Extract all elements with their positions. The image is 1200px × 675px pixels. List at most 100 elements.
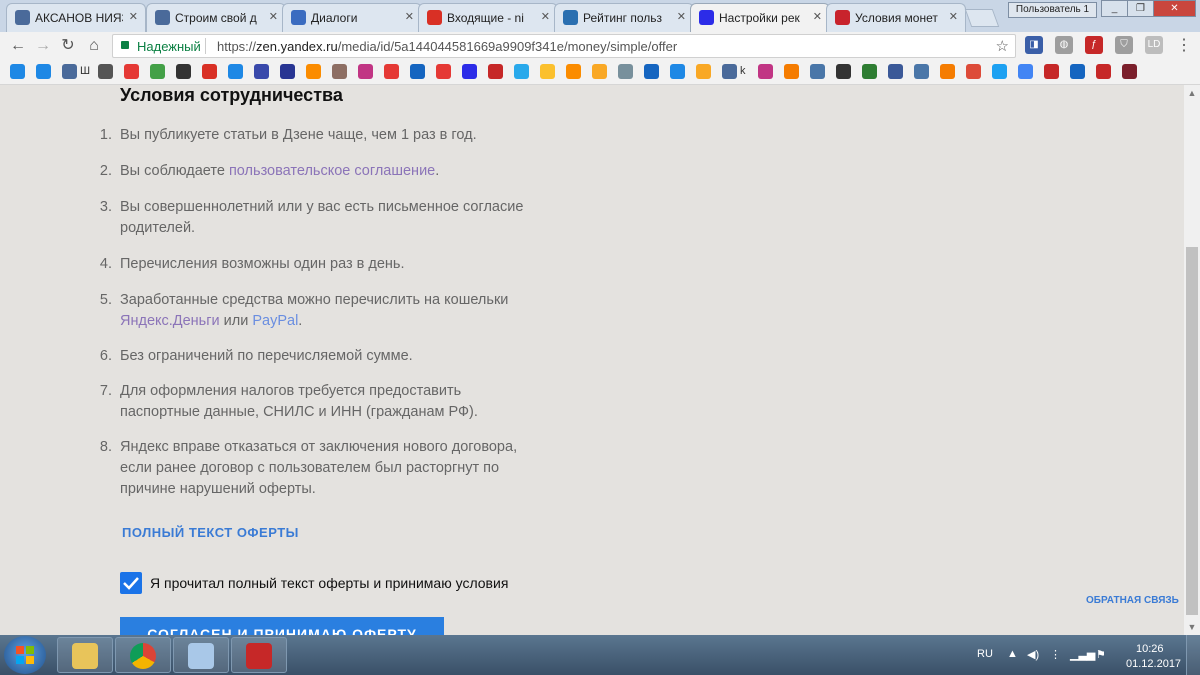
tray-arrow-icon[interactable]: ▲: [1007, 648, 1018, 660]
bookmark-user-icon[interactable]: [62, 64, 77, 79]
forward-icon[interactable]: →: [33, 36, 53, 56]
bookmark-plane-icon[interactable]: [98, 64, 113, 79]
volume-icon[interactable]: ◀): [1027, 648, 1039, 661]
bookmark-f-icon[interactable]: [1122, 64, 1137, 79]
clock-date[interactable]: 01.12.2017: [1126, 658, 1181, 670]
bookmark-drop-icon[interactable]: [36, 64, 51, 79]
bookmark-check-icon[interactable]: [228, 64, 243, 79]
bookmark-label[interactable]: k: [740, 65, 746, 77]
condition-link[interactable]: PayPal: [252, 313, 298, 329]
home-icon[interactable]: ⌂: [84, 36, 104, 56]
bookmark-ru-icon[interactable]: [306, 64, 321, 79]
bookmark-ok-icon[interactable]: [784, 64, 799, 79]
browser-tab[interactable]: Входящие - ni ✕: [418, 3, 558, 32]
menu-icon[interactable]: ⋮: [1174, 36, 1194, 56]
close-window-button[interactable]: ✕: [1153, 0, 1196, 17]
bookmark-gmail-icon[interactable]: [202, 64, 217, 79]
bookmark-vk-icon[interactable]: [914, 64, 929, 79]
bookmark-instagram-icon[interactable]: [758, 64, 773, 79]
signal-icon[interactable]: ▁▃▅: [1070, 648, 1095, 661]
ld-extension-icon[interactable]: LD: [1145, 36, 1163, 54]
browser-tab[interactable]: Строим свой д ✕: [146, 3, 286, 32]
browser-tab[interactable]: Диалоги ✕: [282, 3, 422, 32]
translate-extension-icon[interactable]: ◨: [1025, 36, 1043, 54]
feedback-link[interactable]: ОБРАТНАЯ СВЯЗЬ: [1086, 595, 1179, 606]
globe-extension-icon[interactable]: ◍: [1055, 36, 1073, 54]
bookmark-telegram-icon[interactable]: [514, 64, 529, 79]
bookmark-q-icon[interactable]: [566, 64, 581, 79]
file-explorer-taskbar-button[interactable]: [57, 637, 113, 673]
lock-icon[interactable]: [121, 41, 129, 49]
browser-tab[interactable]: Условия монет ✕: [826, 3, 966, 32]
acrobat-taskbar-button[interactable]: [231, 637, 287, 673]
restore-button[interactable]: ❐: [1127, 0, 1154, 17]
bookmark-b-icon[interactable]: [176, 64, 191, 79]
close-tab-icon[interactable]: ✕: [813, 10, 822, 23]
chrome-taskbar-button[interactable]: [115, 637, 171, 673]
start-button[interactable]: [4, 636, 46, 674]
bookmark-arrow-icon[interactable]: [410, 64, 425, 79]
bookmark-facebook-icon[interactable]: [888, 64, 903, 79]
bookmark-l-icon[interactable]: [1070, 64, 1085, 79]
accept-offer-button[interactable]: СОГЛАСЕН И ПРИНИМАЮ ОФЕРТУ: [120, 617, 444, 635]
scroll-up-icon[interactable]: ▲: [1184, 85, 1200, 101]
bookmark-circle-arrow-icon[interactable]: [150, 64, 165, 79]
browser-tab[interactable]: Настройки рек ✕: [690, 3, 830, 32]
notepad-taskbar-button[interactable]: [173, 637, 229, 673]
reload-icon[interactable]: ↻: [58, 36, 78, 56]
bookmark-ok-icon[interactable]: [940, 64, 955, 79]
bookmark-chart-icon[interactable]: [592, 64, 607, 79]
browser-tab[interactable]: Рейтинг польз ✕: [554, 3, 694, 32]
url-text[interactable]: https://zen.yandex.ru/media/id/5a1440445…: [217, 39, 677, 54]
bookmark-zen-icon[interactable]: [462, 64, 477, 79]
scrollbar-thumb[interactable]: [1186, 247, 1198, 615]
bookmark-translate-icon[interactable]: [670, 64, 685, 79]
bookmark-bl-icon[interactable]: [254, 64, 269, 79]
close-tab-icon[interactable]: ✕: [129, 10, 138, 23]
bookmark-d-icon[interactable]: [488, 64, 503, 79]
bookmark-instagram-icon[interactable]: [358, 64, 373, 79]
bookmark-globe-icon[interactable]: [618, 64, 633, 79]
bookmark-vk-icon[interactable]: [810, 64, 825, 79]
browser-tab[interactable]: АКСАНОВ НИЯЗ ✕: [6, 3, 146, 32]
close-tab-icon[interactable]: ✕: [269, 10, 278, 23]
condition-link[interactable]: Яндекс.Деньги: [120, 313, 220, 329]
close-tab-icon[interactable]: ✕: [677, 10, 686, 23]
bookmark-google-icon[interactable]: [1018, 64, 1033, 79]
bookmark-arrow-icon[interactable]: [644, 64, 659, 79]
close-tab-icon[interactable]: ✕: [541, 10, 550, 23]
flag-icon[interactable]: ⚑: [1096, 648, 1106, 661]
network-icon[interactable]: ⋮: [1050, 648, 1061, 661]
bookmark-hand-icon[interactable]: [540, 64, 555, 79]
full-offer-text-link[interactable]: ПОЛНЫЙ ТЕКСТ ОФЕРТЫ: [122, 525, 299, 540]
bookmark-star-icon[interactable]: ☆: [996, 37, 1009, 55]
bookmark-redhat-icon[interactable]: [1096, 64, 1111, 79]
bookmark-leaf-icon[interactable]: [862, 64, 877, 79]
bookmark-acorn-icon[interactable]: [332, 64, 347, 79]
bookmark-ld-icon[interactable]: [384, 64, 399, 79]
flash-extension-icon[interactable]: ƒ: [1085, 36, 1103, 54]
bookmark-at-icon[interactable]: [696, 64, 711, 79]
bookmark-circle-icon[interactable]: [836, 64, 851, 79]
scrollbar[interactable]: ▲ ▼: [1184, 85, 1200, 635]
bookmark-bars-icon[interactable]: [436, 64, 451, 79]
back-icon[interactable]: ←: [8, 36, 28, 56]
bookmark-location-pin-icon[interactable]: [124, 64, 139, 79]
bookmark-drop-icon[interactable]: [10, 64, 25, 79]
profile-button[interactable]: Пользователь 1: [1008, 2, 1097, 18]
bookmark-v-icon[interactable]: [1044, 64, 1059, 79]
close-tab-icon[interactable]: ✕: [949, 10, 958, 23]
close-tab-icon[interactable]: ✕: [405, 10, 414, 23]
bookmark-heart-icon[interactable]: [280, 64, 295, 79]
condition-link[interactable]: пользовательское соглашение: [229, 163, 435, 179]
agree-label[interactable]: Я прочитал полный текст оферты и принима…: [150, 575, 508, 591]
bookmark-google-plus-icon[interactable]: [966, 64, 981, 79]
language-indicator[interactable]: RU: [977, 648, 993, 660]
bookmark-user-icon[interactable]: [722, 64, 737, 79]
new-tab-button[interactable]: [964, 9, 1000, 27]
shield-extension-icon[interactable]: ⛉: [1115, 36, 1133, 54]
clock-time[interactable]: 10:26: [1136, 643, 1164, 655]
scroll-down-icon[interactable]: ▼: [1184, 619, 1200, 635]
show-desktop-button[interactable]: [1186, 635, 1200, 675]
minimize-button[interactable]: _: [1101, 0, 1128, 17]
